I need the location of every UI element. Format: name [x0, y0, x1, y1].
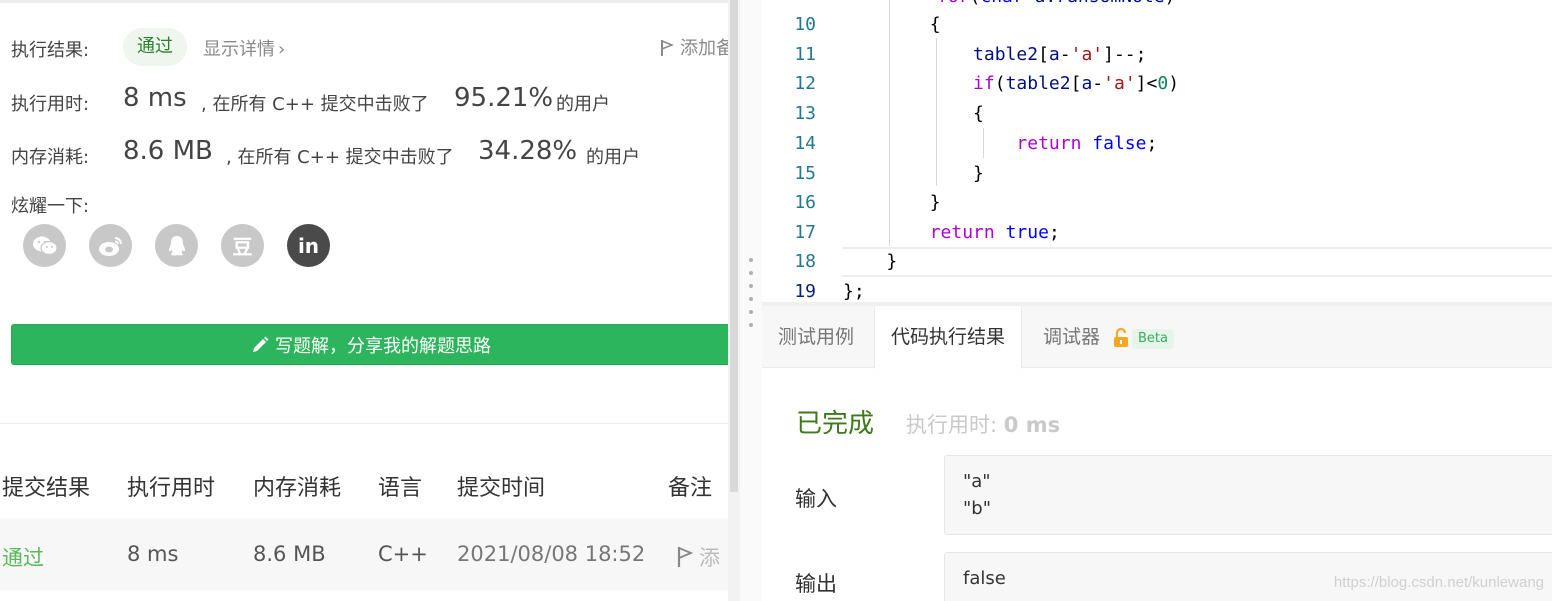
- output-label: 输出: [795, 572, 837, 596]
- tab-test-cases[interactable]: 测试用例: [762, 306, 870, 368]
- scrollbar-thumb[interactable]: [730, 0, 738, 492]
- flag-icon: [661, 39, 675, 56]
- weibo-icon[interactable]: [89, 224, 132, 267]
- code-line-18: }: [843, 251, 898, 272]
- drag-handle-dot[interactable]: [749, 284, 753, 288]
- row-note-button[interactable]: 添: [677, 542, 720, 572]
- row-result[interactable]: 通过: [2, 542, 44, 572]
- exec-time: 执行用时: 0 ms: [906, 409, 1060, 439]
- code-line-19: };: [843, 281, 865, 302]
- memory-percent: 34.28%: [478, 136, 578, 166]
- submission-panel: 执行结果: 通过 显示详情› 添加备注 执行用时: 8 ms , 在所有 C++…: [0, 0, 728, 601]
- row-runtime: 8 ms: [127, 542, 179, 566]
- code-line-15: }: [843, 163, 984, 184]
- run-status: 已完成: [796, 409, 875, 439]
- col-header-language: 语言: [378, 476, 423, 501]
- code-editor[interactable]: for(char a:ransomNote) 10 { 11 table2[a-…: [762, 0, 1552, 306]
- col-header-runtime: 执行用时: [127, 476, 216, 501]
- input-line: "b": [963, 498, 991, 519]
- memory-beat-text: , 在所有 C++ 提交中击败了: [226, 147, 454, 168]
- exec-time-label: 执行用时:: [906, 413, 998, 437]
- wechat-icon[interactable]: [23, 224, 66, 267]
- douban-glyph: 豆: [232, 235, 253, 259]
- douban-icon[interactable]: 豆: [221, 224, 264, 267]
- col-header-memory: 内存消耗: [253, 476, 342, 501]
- row-language: C++: [378, 542, 428, 566]
- chevron-right-icon: ›: [278, 39, 286, 60]
- row-note-label: 添: [699, 546, 720, 570]
- line-number: 16: [794, 192, 816, 213]
- drag-handle-dot[interactable]: [749, 310, 753, 314]
- show-details-link[interactable]: 显示详情 ›: [203, 35, 285, 61]
- runtime-percent: 95.21%: [454, 83, 554, 113]
- code-line-16: }: [843, 192, 941, 213]
- share-label: 炫耀一下:: [11, 196, 90, 217]
- code-line-14: return false;: [1016, 133, 1158, 154]
- col-header-time: 提交时间: [457, 476, 546, 501]
- memory-label: 内存消耗:: [11, 147, 90, 168]
- tab-debugger[interactable]: 调试器: [1027, 306, 1116, 368]
- qq-icon[interactable]: [155, 224, 198, 267]
- input-label: 输入: [795, 487, 837, 511]
- linkedin-icon[interactable]: in: [287, 224, 330, 267]
- row-memory: 8.6 MB: [253, 542, 326, 566]
- unlock-icon: [1114, 328, 1128, 347]
- line-number: 12: [794, 73, 816, 94]
- code-line-10: {: [843, 14, 941, 35]
- add-note-label: 添加备注: [680, 38, 728, 59]
- beta-badge: Beta: [1132, 329, 1174, 349]
- console-tabs: 测试用例 代码执行结果 调试器 Beta: [762, 306, 1552, 369]
- current-line-highlight: [842, 247, 1552, 277]
- input-line: "a": [963, 471, 991, 492]
- code-line-17: return true;: [929, 222, 1060, 243]
- runtime-label: 执行用时:: [11, 94, 90, 115]
- code-line-11: table2[a-'a']--;: [973, 44, 1147, 65]
- memory-suffix: 的用户: [586, 147, 640, 168]
- flag-icon: [677, 546, 694, 567]
- drag-handle-dot[interactable]: [749, 271, 753, 275]
- runtime-beat-text: , 在所有 C++ 提交中击败了: [201, 94, 429, 115]
- pencil-icon: [253, 336, 269, 352]
- watermark: https://blog.csdn.net/kunlewang: [1333, 574, 1544, 591]
- drag-handle-dot[interactable]: [749, 297, 753, 301]
- runtime-suffix: 的用户: [556, 94, 610, 115]
- line-number: 17: [794, 222, 816, 243]
- code-line-13: {: [843, 103, 984, 124]
- line-number: 19: [794, 281, 816, 302]
- line-number: 11: [794, 44, 816, 65]
- divider: [0, 423, 728, 424]
- memory-value: 8.6 MB: [123, 136, 213, 166]
- line-number: 15: [794, 163, 816, 184]
- divider: [0, 0, 728, 3]
- line-number: 10: [794, 14, 816, 35]
- exec-time-value: 0 ms: [1003, 413, 1061, 437]
- code-line-9: for(char a:ransomNote): [937, 0, 1175, 7]
- result-label: 执行结果:: [11, 40, 90, 61]
- col-header-note: 备注: [668, 476, 713, 501]
- input-box[interactable]: "a" "b": [944, 455, 1552, 535]
- write-solution-label: 写题解，分享我的解题思路: [275, 335, 491, 357]
- drag-handle-dot[interactable]: [749, 258, 753, 262]
- drag-handle-dot[interactable]: [749, 323, 753, 327]
- line-number: 14: [794, 133, 816, 154]
- line-number: 18: [794, 251, 816, 272]
- result-badge: 通过: [123, 28, 187, 66]
- col-header-result: 提交结果: [2, 476, 91, 501]
- add-note-button[interactable]: 添加备注: [660, 34, 728, 60]
- tab-run-result[interactable]: 代码执行结果: [874, 306, 1023, 369]
- line-number: 13: [794, 103, 816, 124]
- row-time: 2021/08/08 18:52: [457, 542, 646, 566]
- editor-panel: for(char a:ransomNote) 10 { 11 table2[a-…: [762, 0, 1552, 601]
- write-solution-button[interactable]: 写题解，分享我的解题思路: [11, 324, 728, 365]
- runtime-value: 8 ms: [123, 83, 187, 113]
- code-line-12: if(table2[a-'a']<0): [973, 73, 1180, 94]
- linkedin-glyph: in: [297, 233, 320, 258]
- show-details-label: 显示详情: [203, 39, 275, 60]
